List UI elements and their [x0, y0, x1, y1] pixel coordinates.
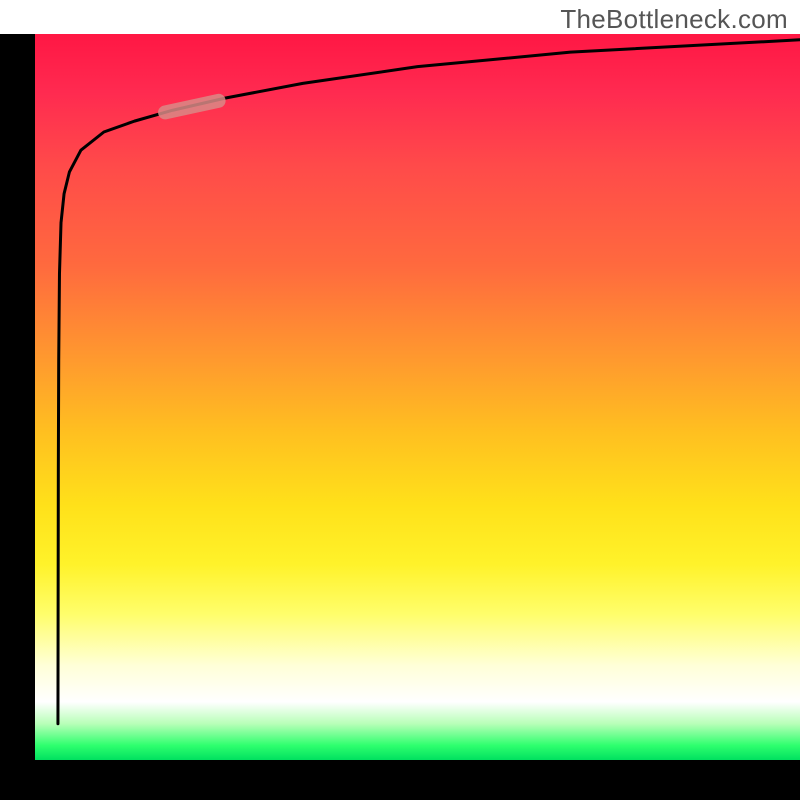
plot-area	[35, 34, 800, 760]
curve-svg	[35, 34, 800, 760]
curve-line	[58, 40, 800, 724]
chart-container: TheBottleneck.com	[0, 0, 800, 800]
watermark: TheBottleneck.com	[560, 4, 788, 35]
highlight-segment	[165, 101, 219, 113]
plot-frame	[0, 34, 800, 800]
